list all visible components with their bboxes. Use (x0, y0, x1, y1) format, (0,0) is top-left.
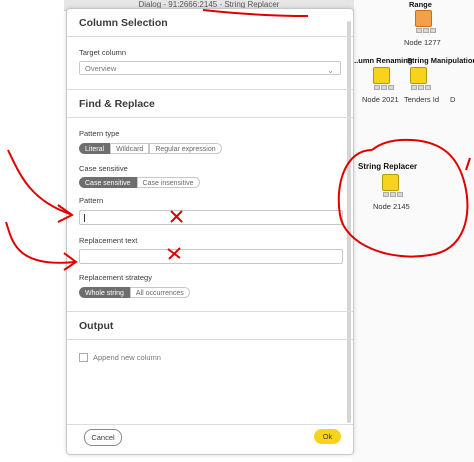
divider (67, 36, 353, 37)
divider (67, 117, 353, 118)
node-string-manipulation-label: Tenders Id (404, 95, 440, 104)
divider (67, 311, 353, 312)
node-range-icon[interactable] (415, 10, 432, 27)
strategy-whole-string[interactable]: Whole string (79, 287, 130, 298)
node-string-manipulation-ports (411, 85, 431, 90)
output-heading: Output (79, 320, 114, 332)
annotation-arrow (7, 149, 71, 215)
annotation-arrow (5, 221, 76, 264)
text-caret (84, 214, 85, 222)
find-replace-heading: Find & Replace (79, 98, 155, 110)
divider (67, 89, 353, 90)
node-range-label: Node 1277 (404, 38, 441, 47)
node-string-replacer-icon[interactable] (382, 174, 399, 191)
node-range-title: Range (409, 0, 432, 9)
replacement-text-input[interactable] (79, 249, 343, 264)
node-string-manipulation-icon[interactable] (410, 67, 427, 84)
replacement-strategy-label: Replacement strategy (79, 273, 152, 282)
ok-button[interactable]: Ok (314, 429, 341, 444)
case-insensitive-option[interactable]: Case insensitive (136, 177, 200, 188)
pattern-type-literal[interactable]: Literal (79, 143, 111, 154)
pattern-label: Pattern (79, 196, 104, 205)
node-partial-label: D (450, 95, 456, 104)
cancel-button[interactable]: Cancel (84, 429, 122, 446)
case-sensitive-option[interactable]: Case sensitive (79, 177, 137, 188)
divider (67, 339, 353, 340)
node-column-renaming-title: ...umn Renaming (352, 56, 413, 65)
target-column-select[interactable]: Overview ⌄ (79, 61, 341, 75)
dialog-scrollbar[interactable] (347, 21, 351, 423)
chevron-down-icon: ⌄ (327, 66, 334, 75)
string-replacer-dialog: Column Selection Target column Overview … (66, 8, 354, 455)
node-string-replacer-ports (383, 192, 403, 197)
strategy-all-occurrences[interactable]: All occurrences (129, 287, 190, 298)
pattern-type-toggle[interactable]: Literal Wildcard Regular expression (79, 143, 222, 154)
node-string-manipulation-title: String Manipulation (407, 56, 474, 65)
target-column-value: Overview (85, 64, 117, 73)
replacement-text-label: Replacement text (79, 236, 138, 245)
node-column-renaming-label: Node 2021 (362, 95, 399, 104)
append-column-label: Append new column (93, 353, 161, 362)
pattern-type-wildcard[interactable]: Wildcard (110, 143, 150, 154)
pattern-type-regex[interactable]: Regular expression (149, 143, 222, 154)
case-sensitive-label: Case sensitive (79, 164, 128, 173)
node-range-ports (416, 28, 436, 33)
node-string-replacer-label: Node 2145 (373, 202, 410, 211)
pattern-type-label: Pattern type (79, 129, 120, 138)
node-string-replacer-title: String Replacer (358, 162, 418, 171)
append-column-checkbox[interactable] (79, 353, 88, 362)
node-column-renaming-ports (374, 85, 394, 90)
node-column-renaming-icon[interactable] (373, 67, 390, 84)
workflow-canvas[interactable]: Range Node 1277 ...umn Renaming String M… (352, 0, 474, 462)
case-toggle[interactable]: Case sensitive Case insensitive (79, 177, 200, 188)
append-column-row[interactable]: Append new column (79, 353, 161, 362)
column-selection-heading: Column Selection (79, 17, 168, 29)
replacement-strategy-toggle[interactable]: Whole string All occurrences (79, 287, 190, 298)
target-column-label: Target column (79, 48, 127, 57)
pattern-input[interactable] (79, 210, 343, 225)
